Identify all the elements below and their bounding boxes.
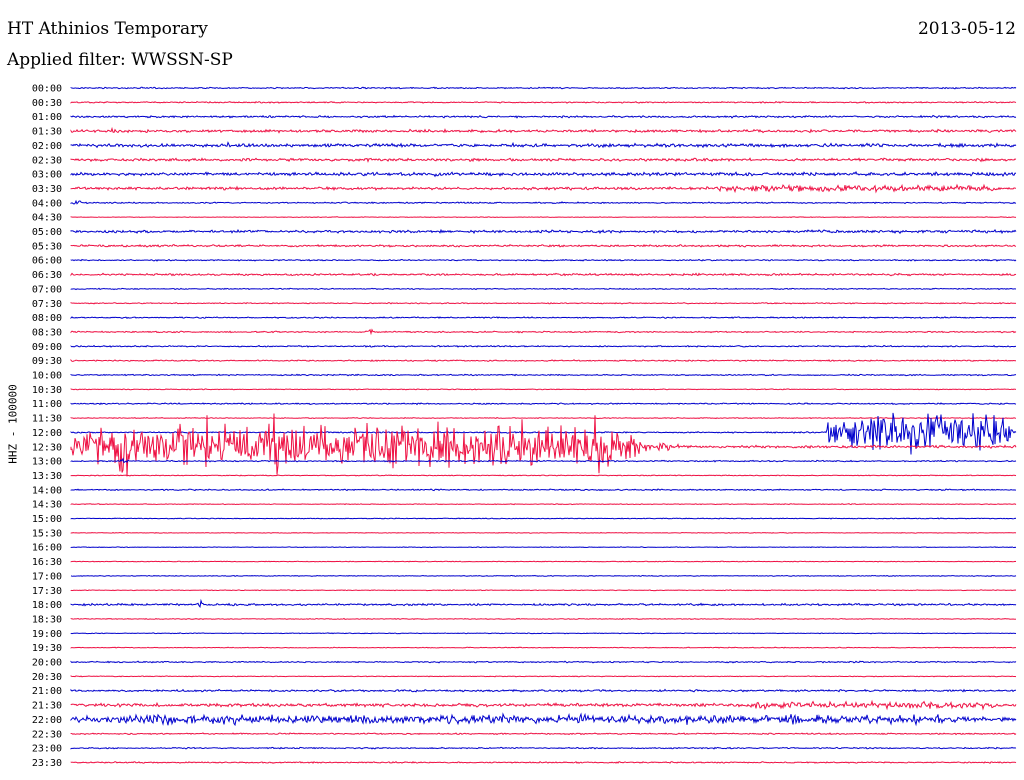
- time-label: 06:00: [32, 256, 62, 267]
- time-label: 14:30: [32, 500, 62, 511]
- time-label: 02:00: [32, 141, 62, 152]
- trace-row: [70, 560, 1017, 563]
- trace-row: [70, 503, 1017, 506]
- trace-row: [70, 183, 1017, 194]
- time-label: 12:30: [32, 442, 62, 453]
- trace-row: [70, 402, 1017, 406]
- trace-row: [70, 388, 1017, 391]
- time-label: 09:30: [32, 356, 62, 367]
- trace-row: [70, 488, 1017, 492]
- time-label: 08:30: [32, 327, 62, 338]
- seismic-traces: [70, 86, 1017, 764]
- trace-row: [70, 358, 1017, 363]
- trace-row: [70, 598, 1017, 608]
- time-label: 17:30: [32, 586, 62, 597]
- trace-row: [70, 344, 1016, 348]
- time-label: 19:30: [32, 643, 62, 654]
- time-label: 10:00: [32, 371, 62, 382]
- time-label: 03:30: [32, 184, 62, 195]
- time-label: 16:30: [32, 557, 62, 568]
- time-label: 04:00: [32, 198, 62, 209]
- time-label: 22:00: [32, 715, 62, 726]
- trace-row: [70, 712, 1017, 727]
- trace-row: [70, 761, 1017, 764]
- trace-row: [70, 675, 1017, 678]
- trace-row: [70, 660, 1017, 664]
- trace-row: [70, 732, 1017, 736]
- time-label: 23:30: [32, 758, 62, 769]
- trace-row: [70, 699, 1017, 711]
- time-label: 01:00: [32, 112, 62, 123]
- trace-row: [70, 114, 1017, 119]
- time-label: 15:30: [32, 528, 62, 539]
- time-label: 08:00: [32, 313, 62, 324]
- time-label: 13:30: [32, 471, 62, 482]
- trace-row: [70, 517, 1017, 520]
- trace-row: [70, 546, 1017, 549]
- time-label: 17:00: [32, 571, 62, 582]
- trace-row: [70, 157, 1017, 163]
- time-label: 01:30: [32, 127, 62, 138]
- trace-row: [70, 243, 1017, 248]
- time-label: 11:30: [32, 414, 62, 425]
- time-label: 05:00: [32, 227, 62, 238]
- time-label: 14:00: [32, 485, 62, 496]
- trace-row: [70, 272, 1017, 277]
- time-label: 03:00: [32, 170, 62, 181]
- time-label: 19:00: [32, 629, 62, 640]
- time-label: 04:30: [32, 213, 62, 224]
- time-label: 15:00: [32, 514, 62, 525]
- time-label: 00:00: [32, 84, 62, 95]
- trace-row: [70, 126, 1017, 134]
- trace-row: [70, 746, 1017, 750]
- time-label: 18:30: [32, 614, 62, 625]
- trace-row: [70, 531, 1017, 534]
- trace-row: [70, 216, 1017, 219]
- trace-row: [70, 688, 1016, 693]
- time-label: 00:30: [32, 98, 62, 109]
- time-label: 18:00: [32, 600, 62, 611]
- time-label: 09:00: [32, 342, 62, 353]
- time-label: 21:30: [32, 701, 62, 712]
- time-label: 16:00: [32, 543, 62, 554]
- time-label: 07:00: [32, 284, 62, 295]
- trace-row: [70, 632, 1017, 635]
- trace-row: [70, 617, 1017, 620]
- trace-row: [70, 86, 1017, 90]
- trace-row: [70, 316, 1017, 320]
- time-labels: 00:00 00:30 01:00 01:30 02:00 02:30 03:00 03:30…: [32, 84, 62, 769]
- time-label: 06:30: [32, 270, 62, 281]
- time-label: 20:00: [32, 658, 62, 669]
- trace-row: [70, 646, 1016, 649]
- trace-row: [70, 287, 1017, 291]
- time-label: 11:00: [32, 399, 62, 410]
- time-label: 20:30: [32, 672, 62, 683]
- trace-row: [70, 328, 1017, 336]
- trace-row: [70, 258, 1017, 262]
- time-label: 22:30: [32, 729, 62, 740]
- trace-row: [70, 574, 1017, 577]
- trace-row: [70, 474, 1017, 477]
- helicorder-plot: 00:00 00:30 01:00 01:30 02:00 02:30 03:00 03:30…: [32, 84, 1017, 769]
- trace-row: [70, 228, 1017, 235]
- time-label: 13:00: [32, 457, 62, 468]
- time-label: 07:30: [32, 299, 62, 310]
- trace-row: [70, 302, 1017, 305]
- time-label: 05:30: [32, 241, 62, 252]
- trace-row: [70, 457, 1017, 464]
- time-label: 02:30: [32, 155, 62, 166]
- trace-row: [70, 100, 1017, 104]
- time-label: 23:00: [32, 744, 62, 755]
- trace-row: [70, 373, 1017, 377]
- trace-row: [70, 141, 1017, 149]
- trace-row: [70, 417, 1017, 420]
- trace-row: [70, 170, 1017, 178]
- time-label: 12:00: [32, 428, 62, 439]
- time-label: 21:00: [32, 686, 62, 697]
- trace-row: [70, 199, 1017, 205]
- time-label: 10:30: [32, 385, 62, 396]
- trace-row: [70, 589, 1017, 592]
